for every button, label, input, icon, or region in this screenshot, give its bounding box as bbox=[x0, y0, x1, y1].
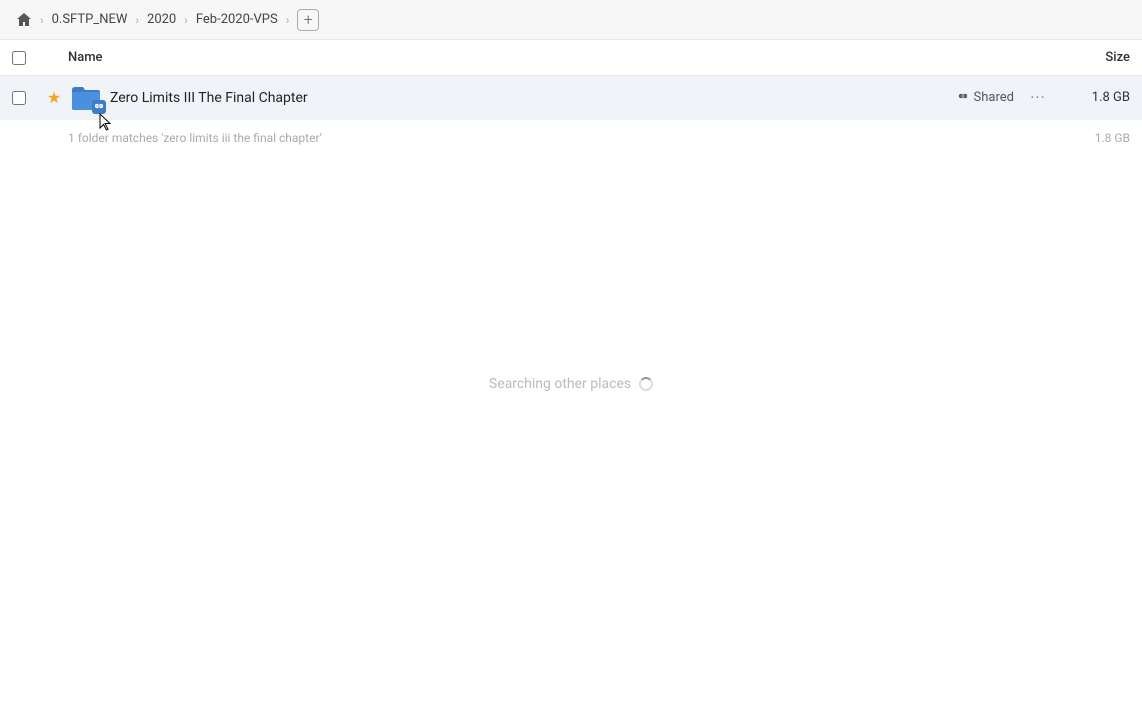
row-star-col[interactable]: ★ bbox=[40, 88, 68, 107]
breadcrumb-item-feb[interactable]: Feb-2020-VPS bbox=[192, 10, 282, 29]
link-badge bbox=[92, 100, 106, 114]
home-icon bbox=[16, 12, 32, 28]
select-all-checkbox-col bbox=[12, 51, 40, 65]
shared-label: Shared bbox=[956, 90, 1014, 105]
breadcrumb-bar: › 0.SFTP_NEW › 2020 › Feb-2020-VPS › + bbox=[0, 0, 1142, 40]
column-header: Name Size bbox=[0, 40, 1142, 76]
folder-icon-col bbox=[68, 84, 104, 112]
add-breadcrumb-button[interactable]: + bbox=[297, 9, 319, 31]
row-actions: Shared ··· bbox=[956, 86, 1050, 110]
loading-spinner bbox=[639, 377, 653, 391]
summary-size: 1.8 GB bbox=[1050, 131, 1130, 145]
select-all-checkbox[interactable] bbox=[12, 51, 26, 65]
searching-text: Searching other places bbox=[489, 376, 631, 392]
breadcrumb-sep-1: › bbox=[40, 13, 44, 27]
row-checkbox[interactable] bbox=[12, 91, 26, 105]
folder-icon-wrapper bbox=[70, 84, 102, 112]
summary-row: 1 folder matches 'zero limits iii the fi… bbox=[0, 120, 1142, 156]
file-size: 1.8 GB bbox=[1050, 90, 1130, 105]
breadcrumb-sep-4: › bbox=[286, 13, 290, 27]
file-name[interactable]: Zero Limits III The Final Chapter bbox=[110, 90, 956, 106]
size-column-header: Size bbox=[1050, 50, 1130, 65]
star-icon[interactable]: ★ bbox=[47, 88, 61, 107]
breadcrumb-sep-3: › bbox=[184, 13, 188, 27]
breadcrumb-item-sftp[interactable]: 0.SFTP_NEW bbox=[48, 10, 132, 29]
more-options-button[interactable]: ··· bbox=[1026, 86, 1050, 110]
shared-text: Shared bbox=[974, 90, 1014, 105]
searching-area: Searching other places bbox=[0, 376, 1142, 392]
name-column-header: Name bbox=[68, 50, 1050, 65]
summary-text: 1 folder matches 'zero limits iii the fi… bbox=[68, 131, 1050, 145]
home-button[interactable] bbox=[12, 8, 36, 32]
file-row[interactable]: ★ Zero Limits III The Final Chapter Shar… bbox=[0, 76, 1142, 120]
row-checkbox-col bbox=[12, 91, 40, 105]
breadcrumb-item-2020[interactable]: 2020 bbox=[143, 10, 180, 29]
breadcrumb-sep-2: › bbox=[135, 13, 139, 27]
link-icon bbox=[94, 102, 104, 112]
link-shared-icon bbox=[956, 91, 970, 105]
